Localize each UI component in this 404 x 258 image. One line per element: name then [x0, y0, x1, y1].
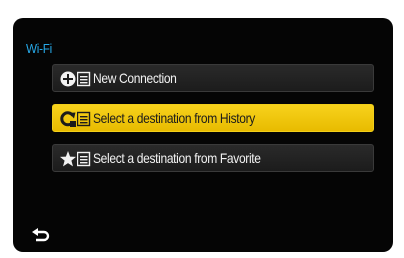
- camera-screen: Wi-Fi New Connection Select a destinatio…: [13, 18, 393, 252]
- page-title: Wi-Fi: [26, 41, 52, 56]
- menu-item-history[interactable]: Select a destination from History: [52, 104, 374, 132]
- menu-item-label: Select a destination from Favorite: [93, 150, 261, 166]
- plus-list-icon: [60, 70, 92, 88]
- return-arrow-icon: [32, 228, 50, 242]
- menu-item-label: Select a destination from History: [93, 110, 255, 126]
- menu-item-favorite[interactable]: Select a destination from Favorite: [52, 144, 374, 172]
- menu-item-label: New Connection: [93, 70, 177, 86]
- history-list-icon: [60, 110, 92, 128]
- back-button[interactable]: [31, 228, 51, 244]
- star-list-icon: [60, 150, 92, 168]
- menu-item-new-connection[interactable]: New Connection: [52, 64, 374, 92]
